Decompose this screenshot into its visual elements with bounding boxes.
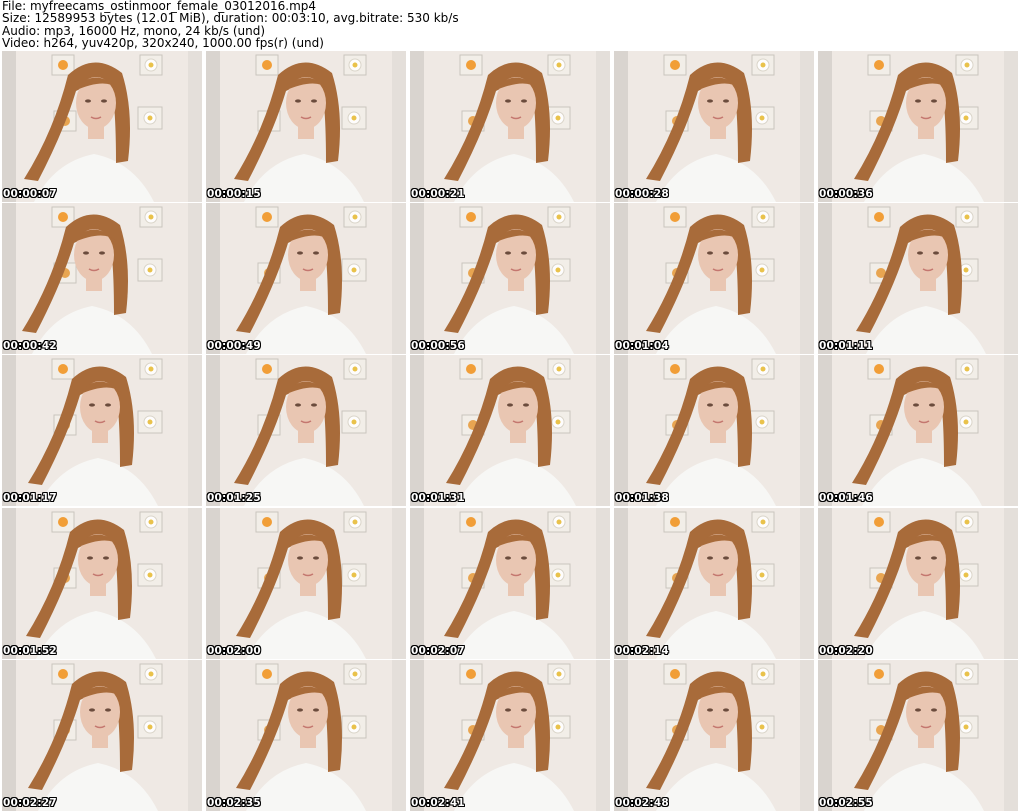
- webcam-frame-image: [614, 660, 814, 811]
- thumbnail-timestamp: 00:02:27: [3, 797, 57, 809]
- thumbnail-timestamp: 00:01:46: [819, 492, 873, 504]
- video-thumbnail: 00:02:07: [410, 508, 610, 659]
- video-thumbnail: 00:01:31: [410, 355, 610, 506]
- thumbnail-timestamp: 00:01:11: [819, 340, 873, 352]
- video-thumbnail: 00:02:35: [206, 660, 406, 811]
- video-thumbnail: 00:02:14: [614, 508, 814, 659]
- thumbnail-grid: 00:00:07 00:00:15 00:00:21 00:00:28 00:0…: [2, 51, 1022, 811]
- webcam-frame-image: [818, 355, 1018, 506]
- file-size-line: Size: 12589953 bytes (12.01 MiB), durati…: [2, 11, 459, 26]
- thumbnail-timestamp: 00:01:25: [207, 492, 261, 504]
- video-thumbnail: 00:02:55: [818, 660, 1018, 811]
- video-thumbnail: 00:01:46: [818, 355, 1018, 506]
- webcam-frame-image: [818, 51, 1018, 202]
- webcam-frame-image: [410, 51, 610, 202]
- video-thumbnail: 00:00:56: [410, 203, 610, 354]
- webcam-frame-image: [614, 355, 814, 506]
- video-thumbnail: 00:02:48: [614, 660, 814, 811]
- webcam-frame-image: [206, 508, 406, 659]
- video-thumbnail: 00:01:17: [2, 355, 202, 506]
- video-thumbnail: 00:01:11: [818, 203, 1018, 354]
- webcam-frame-image: [2, 51, 202, 202]
- video-thumbnail: 00:00:07: [2, 51, 202, 202]
- video-thumbnail: 00:00:21: [410, 51, 610, 202]
- thumbnail-timestamp: 00:02:55: [819, 797, 873, 809]
- thumbnail-timestamp: 00:00:21: [411, 188, 465, 200]
- webcam-frame-image: [2, 203, 202, 354]
- webcam-frame-image: [614, 51, 814, 202]
- thumbnail-timestamp: 00:02:35: [207, 797, 261, 809]
- webcam-frame-image: [410, 203, 610, 354]
- webcam-frame-image: [2, 508, 202, 659]
- thumbnail-timestamp: 00:02:14: [615, 645, 669, 657]
- thumbnail-timestamp: 00:01:04: [615, 340, 669, 352]
- video-thumbnail: 00:00:28: [614, 51, 814, 202]
- webcam-frame-image: [818, 203, 1018, 354]
- webcam-frame-image: [206, 203, 406, 354]
- thumbnail-timestamp: 00:01:17: [3, 492, 57, 504]
- video-thumbnail: 00:01:38: [614, 355, 814, 506]
- video-thumbnail: 00:00:36: [818, 51, 1018, 202]
- video-info-line: Video: h264, yuv420p, 320x240, 1000.00 f…: [2, 36, 324, 51]
- file-info-header: File: myfreecams_ostinmoor_female_030120…: [2, 0, 1022, 50]
- thumbnail-timestamp: 00:02:07: [411, 645, 465, 657]
- webcam-frame-image: [2, 355, 202, 506]
- thumbnail-timestamp: 00:01:52: [3, 645, 57, 657]
- thumbnail-timestamp: 00:00:15: [207, 188, 261, 200]
- webcam-frame-image: [410, 355, 610, 506]
- webcam-frame-image: [206, 51, 406, 202]
- video-thumbnail: 00:00:15: [206, 51, 406, 202]
- thumbnail-timestamp: 00:01:31: [411, 492, 465, 504]
- thumbnail-timestamp: 00:02:48: [615, 797, 669, 809]
- webcam-frame-image: [2, 660, 202, 811]
- thumbnail-timestamp: 00:00:56: [411, 340, 465, 352]
- thumbnail-timestamp: 00:02:20: [819, 645, 873, 657]
- thumbnail-timestamp: 00:01:38: [615, 492, 669, 504]
- thumbnail-timestamp: 00:00:07: [3, 188, 57, 200]
- webcam-frame-image: [614, 508, 814, 659]
- webcam-frame-image: [614, 203, 814, 354]
- webcam-frame-image: [818, 660, 1018, 811]
- video-thumbnail: 00:01:25: [206, 355, 406, 506]
- webcam-frame-image: [410, 508, 610, 659]
- thumbnail-timestamp: 00:00:42: [3, 340, 57, 352]
- video-thumbnail: 00:01:52: [2, 508, 202, 659]
- video-thumbnail: 00:02:41: [410, 660, 610, 811]
- thumbnail-timestamp: 00:02:41: [411, 797, 465, 809]
- webcam-frame-image: [410, 660, 610, 811]
- webcam-frame-image: [206, 660, 406, 811]
- video-thumbnail: 00:02:27: [2, 660, 202, 811]
- thumbnail-timestamp: 00:00:36: [819, 188, 873, 200]
- video-thumbnail: 00:02:20: [818, 508, 1018, 659]
- webcam-frame-image: [206, 355, 406, 506]
- video-thumbnail: 00:02:00: [206, 508, 406, 659]
- thumbnail-timestamp: 00:00:49: [207, 340, 261, 352]
- webcam-frame-image: [818, 508, 1018, 659]
- video-thumbnail: 00:00:49: [206, 203, 406, 354]
- video-thumbnail: 00:00:42: [2, 203, 202, 354]
- video-thumbnail: 00:01:04: [614, 203, 814, 354]
- thumbnail-timestamp: 00:02:00: [207, 645, 261, 657]
- thumbnail-timestamp: 00:00:28: [615, 188, 669, 200]
